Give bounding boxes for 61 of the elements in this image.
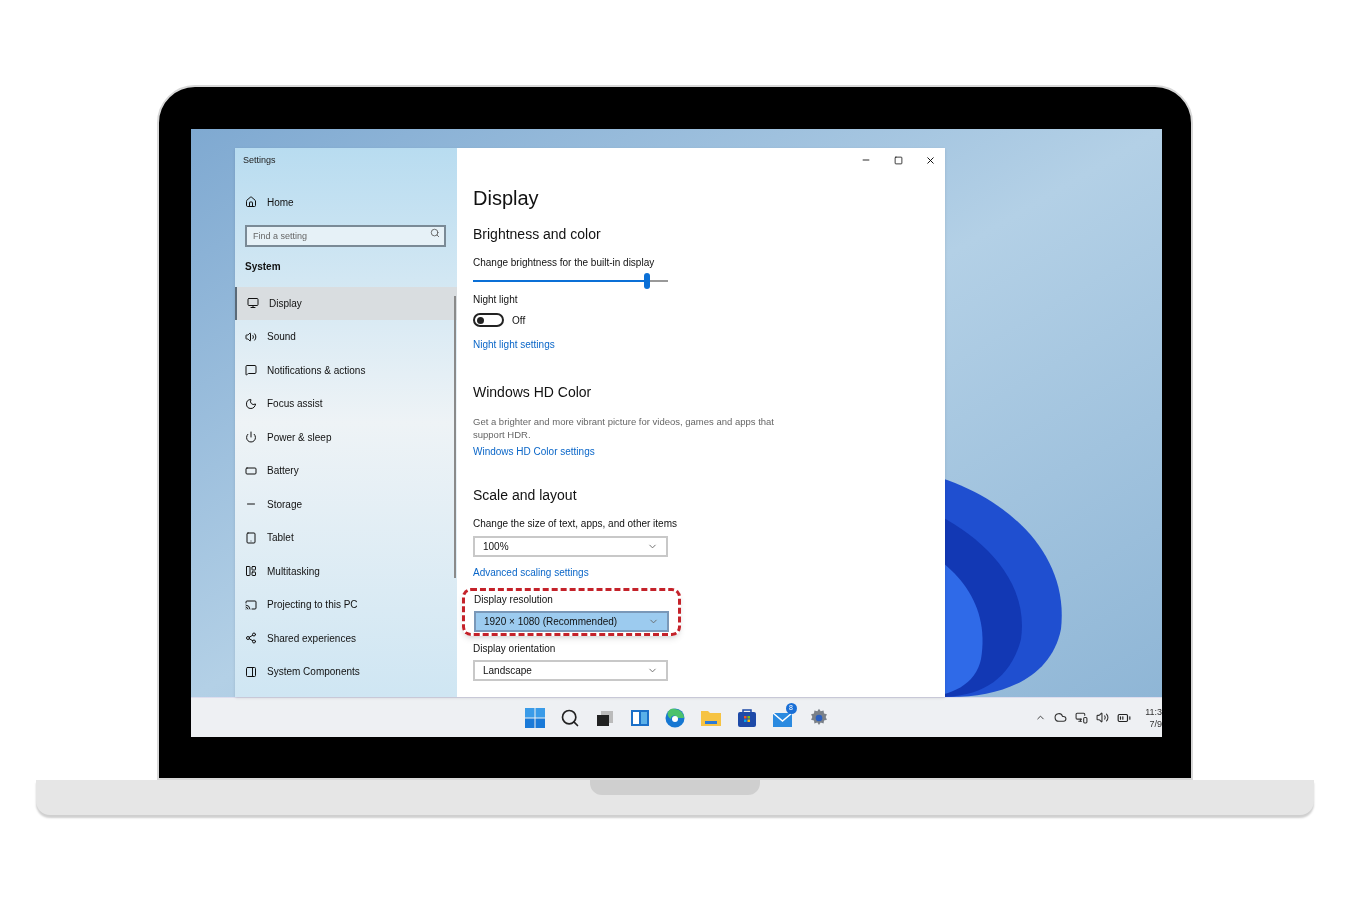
nav-item[interactable]: Display	[235, 286, 457, 320]
dropdown[interactable]: 1920 × 1080 (Recommended)	[474, 611, 669, 632]
nav-item[interactable]: Projecting to this PC	[235, 588, 457, 622]
maximize-button[interactable]	[891, 153, 905, 167]
section-heading: Scale and layout	[473, 486, 578, 504]
toggle-label: Night light	[473, 293, 519, 306]
widgets-icon[interactable]	[629, 707, 650, 728]
nav-item[interactable]: Battery	[235, 454, 457, 488]
nav-item[interactable]: Focus assist	[235, 387, 457, 421]
page-title: Display	[473, 186, 540, 210]
dropdown-label: Display orientation	[473, 642, 557, 655]
settings-link[interactable]: Windows HD Color settings	[473, 445, 595, 458]
browser-icon[interactable]	[664, 707, 685, 728]
tablet-icon	[245, 531, 257, 544]
windows-logo-icon[interactable]	[524, 707, 545, 728]
toggle-state: Off	[512, 313, 526, 328]
section-heading: System	[244, 259, 282, 274]
dropdown[interactable]: Landscape	[473, 660, 668, 681]
brightness-slider[interactable]	[473, 273, 668, 289]
section-heading: Brightness and color	[473, 225, 602, 243]
toggle-switch[interactable]	[473, 313, 504, 327]
search-field[interactable]: Find a setting	[245, 224, 446, 247]
close-icon	[924, 154, 936, 166]
projecting-icon	[245, 598, 257, 611]
nav-item[interactable]: Storage	[235, 487, 457, 521]
volume-icon[interactable]	[1096, 711, 1110, 724]
section-heading: Windows HD Color	[473, 383, 593, 401]
nav-item[interactable]: Notifications & actions	[235, 353, 457, 387]
cloud-icon[interactable]	[1054, 711, 1068, 724]
settings-link[interactable]: Night light settings	[473, 338, 555, 351]
dropdown-label: Change the size of text, apps, and other items	[473, 517, 678, 530]
nav-item[interactable]: Tablet	[235, 521, 457, 555]
nav-item[interactable]: Power & sleep	[235, 420, 457, 454]
dropdown-label: Display resolution	[474, 593, 554, 606]
share-icon	[245, 632, 257, 645]
slider-thumb[interactable]	[643, 273, 650, 289]
nav-item[interactable]: Shared experiences	[235, 621, 457, 655]
nav-item[interactable]: Multitasking	[235, 554, 457, 588]
nav-item[interactable]: System Components	[235, 655, 457, 689]
moon-icon	[245, 397, 257, 410]
home-link[interactable]: Home	[235, 194, 457, 210]
multitasking-icon	[245, 565, 257, 578]
window-title: Settings	[242, 154, 277, 167]
nav-item[interactable]: Sound	[235, 320, 457, 354]
battery-icon	[245, 464, 257, 477]
settings-link[interactable]: Advanced scaling settings	[473, 566, 589, 579]
monitor-icon	[247, 297, 259, 310]
clock[interactable]: 11:3 7/9	[1145, 705, 1162, 730]
search-icon	[430, 227, 440, 238]
store-icon[interactable]	[736, 707, 757, 728]
maximize-icon	[893, 155, 903, 165]
description-text: Get a brighter and more vibrant picture for videos, games and apps that support HDR.	[473, 415, 775, 441]
slider-label: Change brightness for the built-in display	[473, 256, 656, 269]
dropdown[interactable]: 100%	[473, 536, 668, 557]
message-icon	[245, 364, 257, 377]
search-icon[interactable]	[559, 707, 580, 728]
home-icon	[245, 196, 257, 208]
panel-icon	[245, 665, 257, 678]
power-icon	[245, 431, 257, 444]
speaker-icon	[245, 330, 257, 343]
network-icon[interactable]	[1075, 711, 1089, 724]
